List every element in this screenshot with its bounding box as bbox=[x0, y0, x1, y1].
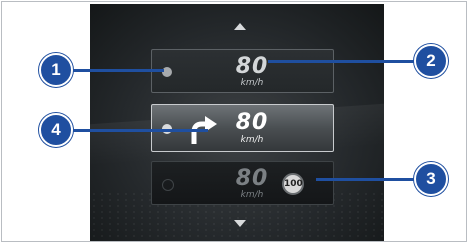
callout-3-line bbox=[316, 178, 424, 181]
speed-unit: km/h bbox=[240, 190, 264, 200]
speed-unit: km/h bbox=[240, 135, 264, 145]
speed-value: 80 bbox=[235, 166, 269, 191]
callout-1: 1 bbox=[39, 53, 73, 87]
arrow-up-icon[interactable] bbox=[234, 23, 246, 30]
callout-2: 2 bbox=[414, 44, 448, 78]
callout-3: 3 bbox=[414, 162, 448, 196]
status-indicator-icon bbox=[162, 179, 174, 191]
speed-item-3[interactable]: 80 km/h 100 bbox=[151, 161, 334, 205]
arrow-down-icon[interactable] bbox=[234, 220, 246, 227]
speed-item-2-selected[interactable]: 80 km/h bbox=[151, 104, 334, 152]
speed-value: 80 bbox=[235, 110, 269, 135]
callout-4: 4 bbox=[39, 113, 73, 147]
callout-1-line bbox=[68, 69, 164, 72]
speed-value: 80 bbox=[235, 54, 269, 79]
turn-right-arrow-icon bbox=[191, 116, 217, 144]
callout-4-line bbox=[68, 129, 208, 132]
speed-unit: km/h bbox=[240, 78, 264, 88]
speed-limit-sign-icon: 100 bbox=[282, 173, 304, 195]
display-screen: 80 km/h 80 km/h 80 km/h 100 bbox=[90, 4, 384, 241]
callout-2-line bbox=[268, 60, 422, 63]
speed-item-1[interactable]: 80 km/h bbox=[151, 49, 334, 93]
